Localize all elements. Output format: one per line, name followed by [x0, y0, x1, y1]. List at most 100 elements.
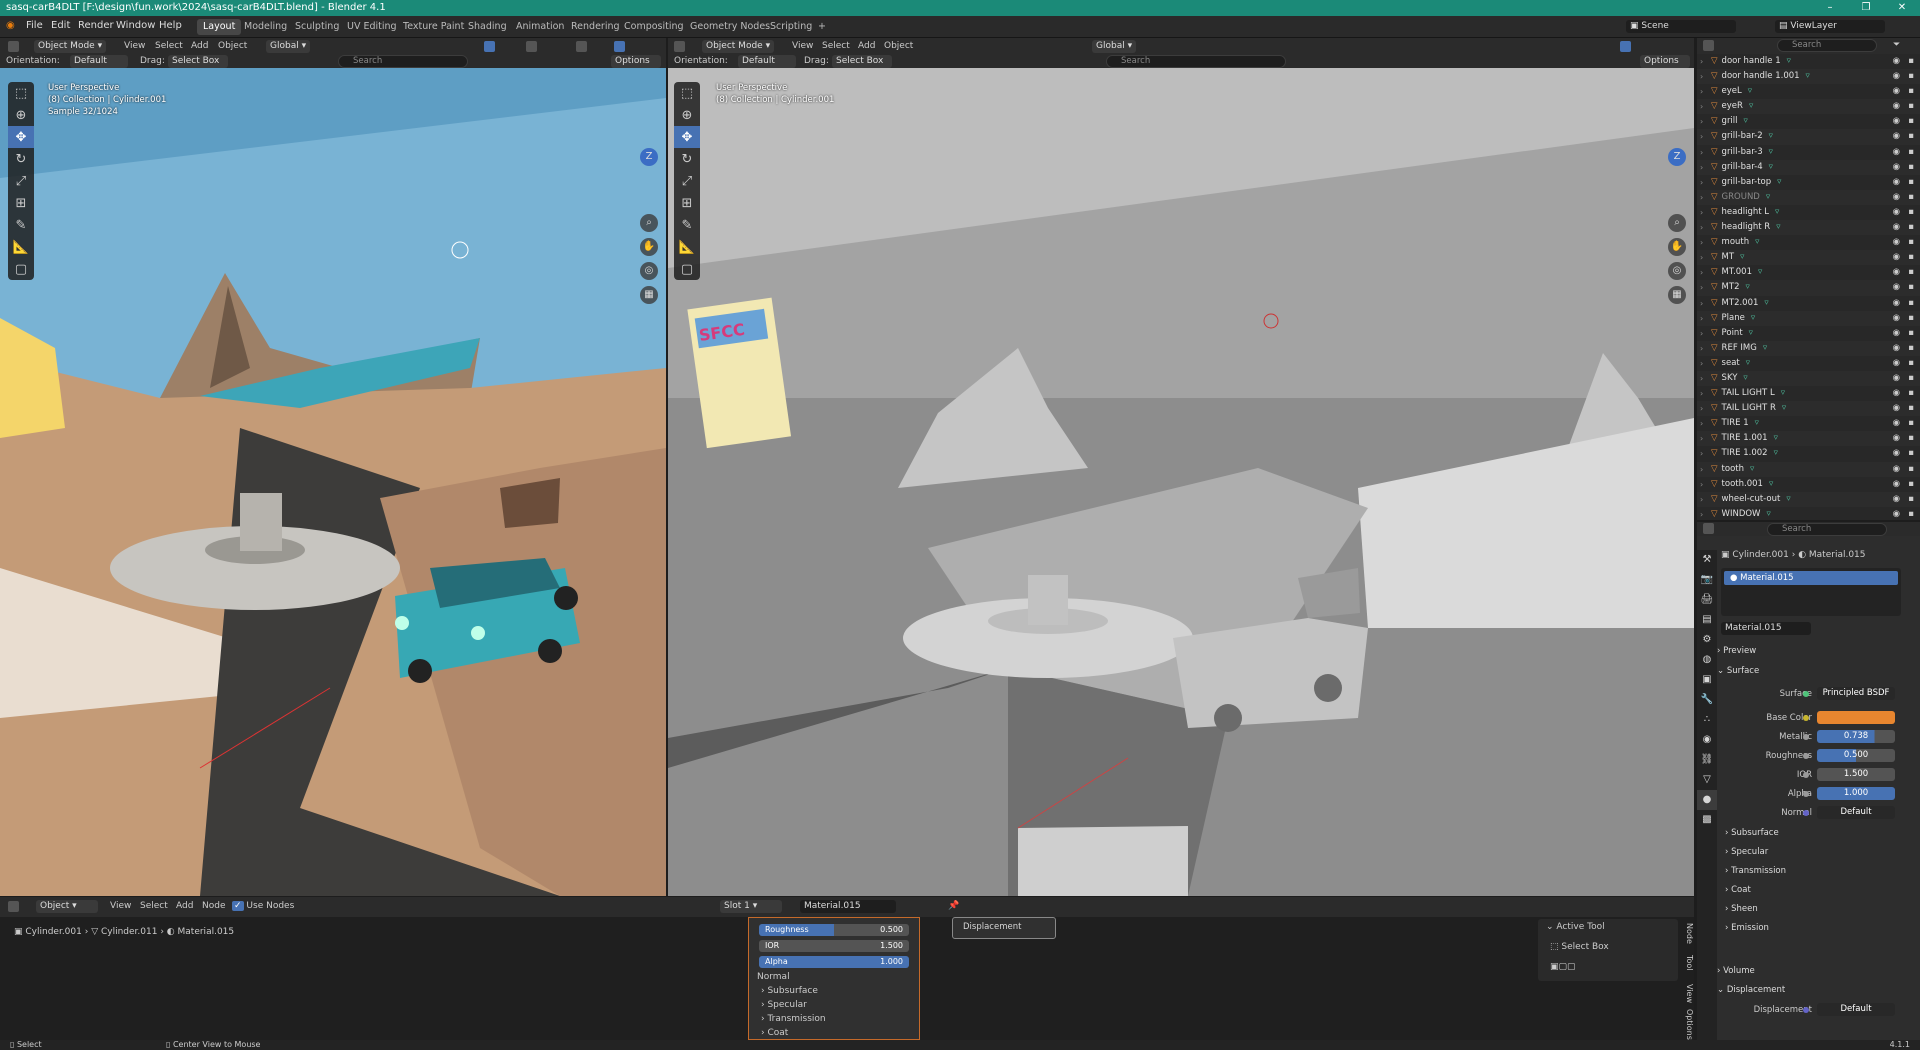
- outliner-item-name[interactable]: wheel-cut-out: [1722, 494, 1781, 504]
- left-viewport[interactable]: User Perspective (8) Collection | Cylind…: [0, 68, 666, 896]
- menu-add[interactable]: Add: [191, 41, 208, 51]
- transform-tool-icon[interactable]: ⊞: [8, 192, 34, 214]
- expand-icon[interactable]: ›: [1700, 175, 1703, 190]
- close-button[interactable]: ✕: [1884, 0, 1920, 16]
- volume-panel[interactable]: › Volume: [1717, 966, 1755, 976]
- outliner-item-name[interactable]: grill: [1722, 116, 1738, 126]
- expand-icon[interactable]: ›: [1700, 54, 1703, 69]
- menu-view[interactable]: View: [124, 41, 145, 51]
- cursor-tool-icon[interactable]: ⊕: [674, 104, 700, 126]
- eye-icon[interactable]: ◉: [1893, 190, 1900, 205]
- shader-type-dropdown[interactable]: Object ▾: [36, 900, 98, 913]
- blender-logo-icon[interactable]: ◉: [6, 20, 15, 31]
- expand-icon[interactable]: ›: [1700, 341, 1703, 356]
- expand-icon[interactable]: ›: [1700, 235, 1703, 250]
- camera-icon[interactable]: ▪: [1908, 265, 1914, 280]
- outliner-row[interactable]: › ▽ tooth ▿ ◉ ▪: [1697, 461, 1920, 477]
- camera-icon[interactable]: ▪: [1908, 114, 1914, 129]
- transform-tool-icon[interactable]: ⊞: [674, 192, 700, 214]
- menu-select[interactable]: Select: [822, 41, 850, 51]
- material-datablock-field[interactable]: Material.015: [1721, 622, 1811, 635]
- eye-icon[interactable]: ◉: [1893, 341, 1900, 356]
- menu-view[interactable]: View: [792, 41, 813, 51]
- outliner-row[interactable]: › ▽ WINDOW ▿ ◉ ▪: [1697, 507, 1920, 522]
- outliner-row[interactable]: › ▽ TIRE 1 ▿ ◉ ▪: [1697, 416, 1920, 431]
- tab-compositing[interactable]: Compositing: [618, 19, 690, 35]
- eye-icon[interactable]: ◉: [1893, 280, 1900, 295]
- expand-icon[interactable]: ›: [1700, 129, 1703, 144]
- eye-icon[interactable]: ◉: [1893, 492, 1900, 507]
- material-slot-list[interactable]: ● Material.015: [1721, 568, 1901, 616]
- node-editor-type-icon[interactable]: [8, 901, 19, 912]
- node-panel-coat[interactable]: › Coat: [761, 1028, 788, 1038]
- outliner-row[interactable]: › ▽ MT ▿ ◉ ▪: [1697, 250, 1920, 266]
- tab-texture-paint[interactable]: Texture Paint: [397, 19, 470, 35]
- eye-icon[interactable]: ◉: [1893, 296, 1900, 311]
- add-cube-tool-icon[interactable]: ▢: [8, 258, 34, 280]
- surface-shader-field[interactable]: Principled BSDF: [1817, 687, 1895, 700]
- outliner-row[interactable]: › ▽ TIRE 1.001 ▿ ◉ ▪: [1697, 431, 1920, 447]
- expand-icon[interactable]: ›: [1700, 250, 1703, 265]
- eye-icon[interactable]: ◉: [1893, 145, 1900, 160]
- tab-sculpting[interactable]: Sculpting: [289, 19, 345, 35]
- menu-select[interactable]: Select: [155, 41, 183, 51]
- menu-edit[interactable]: Edit: [51, 20, 70, 31]
- select-tool-icon[interactable]: ⬚: [8, 82, 34, 104]
- drag-dropdown[interactable]: Select Box: [168, 55, 228, 68]
- eye-icon[interactable]: ◉: [1893, 235, 1900, 250]
- outliner-row[interactable]: › ▽ headlight R ▿ ◉ ▪: [1697, 220, 1920, 236]
- camera-icon[interactable]: ▪: [1908, 401, 1914, 416]
- outliner-row[interactable]: › ▽ grill ▿ ◉ ▪: [1697, 114, 1920, 129]
- move-tool-icon[interactable]: ✥: [674, 126, 700, 148]
- select-tool-icon[interactable]: ⬚: [674, 82, 700, 104]
- outliner-item-name[interactable]: TIRE 1.002: [1722, 448, 1768, 458]
- expand-icon[interactable]: ›: [1700, 296, 1703, 311]
- filter-icon[interactable]: ⏷: [1893, 40, 1900, 50]
- outliner-item-name[interactable]: TIRE 1: [1722, 418, 1749, 428]
- expand-icon[interactable]: ›: [1700, 114, 1703, 129]
- world-tab-icon[interactable]: ◍: [1697, 650, 1717, 670]
- camera-icon[interactable]: ▪: [1908, 205, 1914, 220]
- expand-icon[interactable]: ›: [1700, 386, 1703, 401]
- outliner-row[interactable]: › ▽ tooth.001 ▿ ◉ ▪: [1697, 477, 1920, 492]
- tab-geometry-nodes[interactable]: Geometry Nodes: [684, 19, 776, 35]
- eye-icon[interactable]: ◉: [1893, 220, 1900, 235]
- expand-icon[interactable]: ›: [1700, 280, 1703, 295]
- shading-wire-icon[interactable]: [526, 41, 537, 52]
- eye-icon[interactable]: ◉: [1893, 386, 1900, 401]
- menu-select[interactable]: Select: [140, 901, 168, 911]
- outliner-row[interactable]: › ▽ grill-bar-2 ▿ ◉ ▪: [1697, 129, 1920, 145]
- tab-animation[interactable]: Animation: [510, 19, 570, 35]
- node-material-field[interactable]: Material.015: [800, 900, 896, 913]
- sidebar-tab-options[interactable]: Options: [1680, 1009, 1694, 1040]
- rotate-tool-icon[interactable]: ↻: [674, 148, 700, 170]
- viewlayer-selector[interactable]: ▤ ViewLayer: [1775, 20, 1885, 33]
- eye-icon[interactable]: ◉: [1893, 507, 1900, 522]
- outliner-row[interactable]: › ▽ grill-bar-4 ▿ ◉ ▪: [1697, 159, 1920, 175]
- transform-orientation-dropdown[interactable]: Global ▾: [266, 40, 311, 53]
- outliner-item-name[interactable]: grill-bar-top: [1722, 177, 1772, 187]
- tool-tab-icon[interactable]: ⚒: [1697, 550, 1717, 570]
- camera-icon[interactable]: ▪: [1908, 507, 1914, 522]
- measure-tool-icon[interactable]: 📐: [8, 236, 34, 258]
- eye-icon[interactable]: ◉: [1893, 69, 1900, 84]
- eye-icon[interactable]: ◉: [1893, 356, 1900, 371]
- camera-icon[interactable]: ▪: [1908, 175, 1914, 190]
- camera-icon[interactable]: ▪: [1908, 280, 1914, 295]
- eye-icon[interactable]: ◉: [1893, 401, 1900, 416]
- outliner-item-name[interactable]: MT: [1722, 252, 1735, 262]
- outliner-item-name[interactable]: grill-bar-3: [1722, 147, 1763, 157]
- view-layer-tab-icon[interactable]: ▤: [1697, 610, 1717, 630]
- pin-icon[interactable]: 📌: [948, 901, 959, 911]
- camera-icon[interactable]: ▪: [1908, 431, 1914, 446]
- scale-tool-icon[interactable]: ⤢: [674, 170, 700, 192]
- outliner-item-name[interactable]: Plane: [1722, 313, 1745, 323]
- surface-panel[interactable]: ⌄ Surface: [1717, 666, 1759, 676]
- eye-icon[interactable]: ◉: [1893, 175, 1900, 190]
- slot-dropdown[interactable]: Slot 1 ▾: [720, 900, 782, 913]
- camera-icon[interactable]: ▪: [1908, 341, 1914, 356]
- node-panel-transmission[interactable]: › Transmission: [761, 1014, 826, 1024]
- use-nodes-checkbox[interactable]: ✓ Use Nodes: [232, 901, 294, 911]
- outliner-item-name[interactable]: door handle 1.001: [1722, 71, 1800, 81]
- expand-icon[interactable]: ›: [1700, 84, 1703, 99]
